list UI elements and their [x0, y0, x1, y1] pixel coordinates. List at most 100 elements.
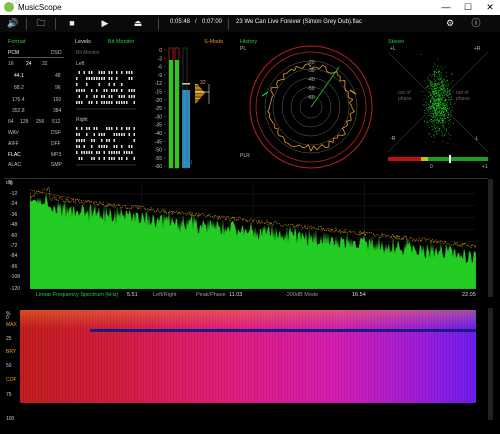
meter-scale-tick: -25 [155, 106, 162, 112]
meter-scale-tick: -45 [155, 139, 162, 145]
rate-96: 96 [55, 85, 61, 91]
meter-scale-tick: -35 [155, 123, 162, 129]
type-smp: SMP [51, 162, 62, 168]
dsd-256: 256 [36, 119, 45, 125]
bit-16: 16 [8, 61, 14, 67]
correlation-bar [388, 157, 488, 161]
smode-label: S-Mode [204, 39, 224, 45]
db-tick: -60 [10, 233, 18, 239]
lu-label: LU [186, 160, 193, 166]
rate-88-2: 88.2 [14, 85, 24, 91]
meter-scale-tick: -3 [158, 56, 163, 62]
folder-icon[interactable]: 🗀 [32, 16, 50, 30]
bit-monitor-right-grid [76, 127, 136, 166]
left-channel-label: Left [76, 61, 85, 67]
meter-scale-tick: -12 [155, 81, 162, 87]
spectrogram-scrollbar[interactable] [488, 308, 493, 420]
format-label: Format [8, 39, 26, 45]
type-wav: WAV [8, 130, 19, 136]
spectrogram-tick: 75 [6, 392, 12, 398]
time-separator: / [195, 19, 197, 25]
rate-192: 192 [53, 97, 62, 103]
bit-32: 32 [42, 61, 48, 67]
levels-label: Levels [75, 39, 91, 45]
pcm-label: PCM [8, 50, 20, 56]
stereo-scope [388, 52, 488, 152]
current-time: 0:05:48 [170, 19, 191, 25]
rate-48: 48 [55, 73, 61, 79]
meter-scale-tick: -30 [155, 114, 162, 120]
settings-gear-icon[interactable]: ⚙ [441, 16, 459, 30]
freq-tick-22-05: 22.05 [462, 292, 476, 298]
right-level-bar [175, 60, 179, 168]
bit-monitor-label: Bit Monitor [108, 39, 135, 45]
meter-scale-tick: -50 [155, 148, 162, 154]
db-tick: 0 [10, 181, 13, 187]
type-aiff: AIFF [8, 141, 19, 147]
db-tick: -120 [10, 286, 21, 292]
db-tick: -84 [10, 253, 18, 259]
correlation-marker [449, 155, 451, 163]
meter-panel: 0 -3 -6 -9 -12 -15 -20 -25 -30 -35 -40 -45 -50 -55 -60 [153, 46, 235, 171]
peak-value: 32 [200, 80, 206, 86]
meter-scale-tick: -60 [155, 164, 162, 170]
meter-scale-tick: -40 [155, 131, 162, 137]
bit-24: 24 [26, 61, 32, 67]
spectrum-scrollbar[interactable] [488, 179, 493, 297]
radar-ring-label: -50 [307, 86, 314, 92]
correlation-zero: 0 [430, 164, 433, 170]
minimize-button[interactable]: — [436, 0, 456, 15]
dsd-label: DSD [51, 50, 62, 56]
title-bar: MusicScope — ☐ ✕ [0, 0, 500, 15]
window-title: MusicScope [18, 3, 62, 12]
right-channel-label: Right [76, 117, 88, 123]
info-icon[interactable]: ⓘ [467, 16, 485, 30]
bit-monitor-head: Bit Monitor [76, 50, 100, 56]
spectrogram-tick: BRY [6, 349, 17, 355]
type-dff: DFF [51, 141, 61, 147]
play-icon[interactable]: ▶ [96, 16, 114, 30]
stereo-label: Stereo [388, 39, 405, 45]
db-tick: -36 [10, 212, 18, 218]
spectrogram-tick: 0 [6, 315, 9, 321]
dsd-128: 128 [20, 119, 29, 125]
db-tick: -96 [10, 264, 18, 270]
spectrogram-tick: COF [6, 377, 17, 383]
bit-monitor-left-grid [76, 71, 136, 110]
peak-phase-tag: Peak/Phase [196, 292, 226, 298]
dsd-512: 512 [52, 119, 61, 125]
spectrogram [20, 310, 476, 403]
history-radar: -20-30-40-50-60 [249, 45, 373, 169]
db-tick: -48 [10, 222, 18, 228]
freq-tick-5-51: 5.51 [127, 292, 138, 298]
type-dsf: DSF [51, 130, 61, 136]
close-button[interactable]: ✕ [480, 0, 500, 15]
eject-icon[interactable]: ⏏ [129, 16, 147, 30]
radar-ring-label: -40 [307, 77, 314, 83]
db-tick: -24 [10, 201, 18, 207]
stop-icon[interactable]: ■ [63, 16, 81, 30]
db-tick: -144 [10, 0, 21, 6]
radar-ring-label: -60 [307, 95, 314, 101]
meter-scale-tick: -20 [155, 98, 162, 104]
level-meter-svg: 0 -3 -6 -9 -12 -15 -20 -25 -30 -35 -40 -45 -50 -55 -60 [155, 47, 210, 170]
rate-176-4: 176.4 [12, 97, 25, 103]
volume-icon[interactable]: 🔊 [4, 16, 22, 30]
spectrogram-tick: 50 [6, 363, 12, 369]
spectrum-label: Linear Frequency Spectrum (kHz) [36, 292, 119, 298]
freq-tick-11-03: 11.03 [229, 292, 243, 298]
maximize-button[interactable]: ☐ [458, 0, 478, 15]
spectrogram-tick: MAX [6, 322, 17, 328]
radar-sweep [310, 66, 340, 108]
db-tick: -108 [10, 274, 21, 280]
meter-scale-tick: -9 [158, 73, 163, 79]
radar-ring-label: -20 [307, 60, 314, 66]
type-alac: ALAC [8, 162, 22, 168]
pl-label: PL [240, 46, 247, 52]
rate-352-8: 352.8 [12, 108, 25, 114]
type-mp3: MP3 [51, 152, 62, 158]
type-flac: FLAC [8, 152, 21, 158]
left-right-tag: Left/Right [153, 292, 177, 298]
freq-tick-16-54: 16.54 [352, 292, 366, 298]
rate-44-1: 44.1 [14, 73, 24, 79]
